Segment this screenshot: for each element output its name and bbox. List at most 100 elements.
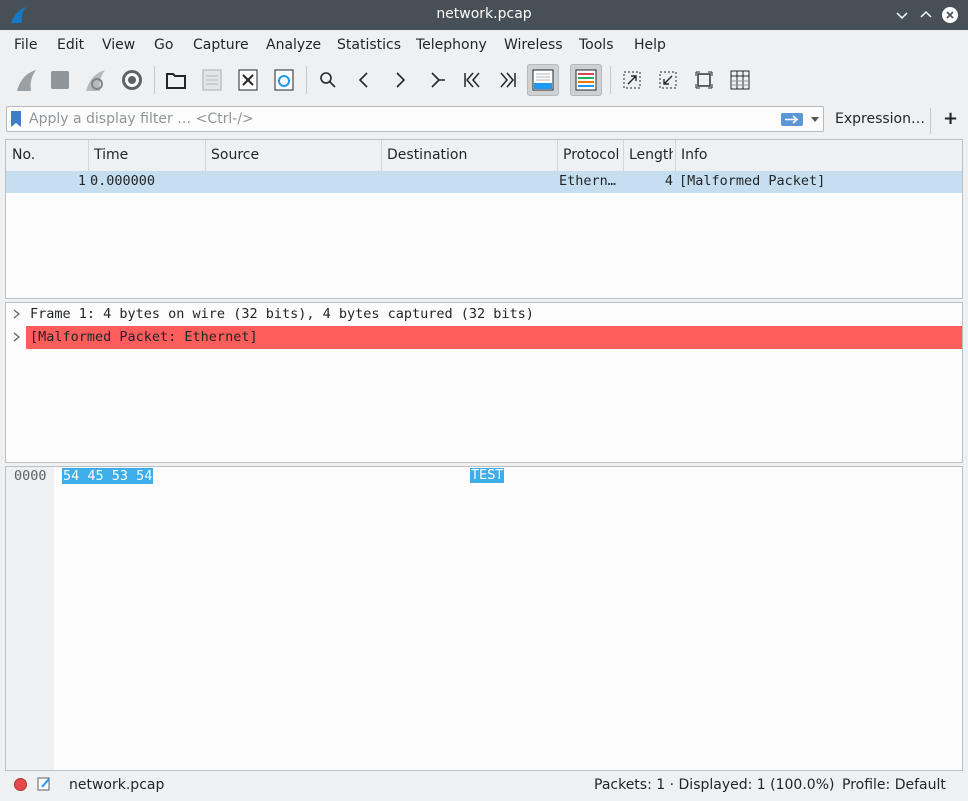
column-info[interactable]: Info (681, 147, 708, 163)
go-back-icon (358, 72, 368, 88)
menu-bar: File Edit View Go Capture Analyze Statis… (0, 30, 968, 60)
auto-scroll-icon (532, 69, 554, 91)
menu-capture[interactable]: Capture (193, 37, 249, 53)
minimize-icon[interactable] (893, 6, 911, 24)
close-window-icon[interactable] (941, 6, 959, 24)
capture-options-gear-icon (122, 70, 142, 90)
toolbar-separator (306, 66, 307, 94)
reload-file-button[interactable] (268, 64, 300, 96)
column-time[interactable]: Time (94, 147, 128, 163)
column-source[interactable]: Source (211, 147, 259, 163)
stop-capture-button[interactable] (44, 64, 76, 96)
window-title: network.pcap (436, 6, 532, 22)
capture-options-button[interactable] (116, 64, 148, 96)
go-back-button[interactable] (348, 64, 380, 96)
hex-bytes[interactable]: 54 45 53 54 (62, 468, 154, 484)
expand-arrow-icon[interactable] (13, 309, 21, 319)
title-bar: network.pcap (0, 0, 968, 30)
main-toolbar (0, 60, 968, 102)
filter-bookmark-icon[interactable] (11, 111, 21, 127)
column-divider[interactable] (675, 140, 676, 171)
tree-item-label: Frame 1: 4 bytes on wire (32 bits), 4 by… (30, 306, 534, 322)
expert-info-icon[interactable] (14, 778, 27, 791)
resize-columns-button[interactable] (724, 64, 756, 96)
reload-file-icon (274, 69, 294, 91)
tree-item-malformed[interactable]: [Malformed Packet: Ethernet] (6, 326, 962, 349)
first-packet-button[interactable] (456, 64, 488, 96)
filter-bar: Apply a display filter … <Ctrl-/> Expres… (0, 102, 968, 136)
shark-fin-start-icon (17, 70, 36, 91)
tree-item-frame[interactable]: Frame 1: 4 bytes on wire (32 bits), 4 by… (6, 303, 962, 326)
start-capture-button[interactable] (11, 64, 43, 96)
menu-wireless[interactable]: Wireless (504, 37, 563, 53)
open-file-button[interactable] (160, 64, 192, 96)
column-divider[interactable] (557, 140, 558, 171)
column-divider[interactable] (381, 140, 382, 171)
menu-edit[interactable]: Edit (57, 37, 84, 53)
apply-filter-arrow-icon[interactable] (781, 113, 803, 126)
close-file-button[interactable] (232, 64, 264, 96)
column-length[interactable]: Length (629, 147, 673, 163)
zoom-in-button[interactable] (616, 64, 648, 96)
maximize-icon[interactable] (917, 6, 935, 24)
status-profile[interactable]: Profile: Default (842, 777, 946, 793)
status-packet-count: Packets: 1 · Displayed: 1 (100.0%) (594, 777, 835, 793)
colorize-icon (575, 69, 597, 91)
stop-square-icon (51, 71, 69, 89)
column-no[interactable]: No. (12, 147, 35, 163)
packet-details-pane[interactable]: Frame 1: 4 bytes on wire (32 bits), 4 by… (5, 302, 963, 463)
restart-capture-button[interactable] (80, 64, 112, 96)
toolbar-separator (154, 66, 155, 94)
menu-view[interactable]: View (102, 37, 135, 53)
find-packet-icon (320, 72, 336, 88)
column-divider[interactable] (623, 140, 624, 171)
column-protocol[interactable]: Protocol (563, 147, 619, 163)
ascii-bytes[interactable]: TEST (470, 468, 505, 483)
zoom-out-icon (659, 71, 677, 89)
find-packet-button[interactable] (312, 64, 344, 96)
open-folder-icon (166, 73, 186, 89)
last-packet-icon (500, 72, 516, 88)
packet-row[interactable]: 1 0.000000 Ethern… 4 [Malformed Packet] (6, 171, 962, 193)
save-file-button[interactable] (196, 64, 228, 96)
filter-history-dropdown-icon[interactable] (811, 117, 819, 122)
column-divider[interactable] (88, 140, 89, 171)
tree-item-label: [Malformed Packet: Ethernet] (30, 329, 258, 345)
expression-button[interactable]: Expression… (835, 111, 925, 127)
save-file-icon (202, 69, 222, 91)
colorize-button[interactable] (570, 64, 602, 96)
menu-analyze[interactable]: Analyze (266, 37, 321, 53)
status-bar: network.pcap Packets: 1 · Displayed: 1 (… (0, 772, 968, 801)
menu-help[interactable]: Help (634, 37, 666, 53)
go-forward-button[interactable] (384, 64, 416, 96)
column-destination[interactable]: Destination (387, 147, 467, 163)
column-divider[interactable] (205, 140, 206, 171)
go-to-packet-button[interactable] (420, 64, 452, 96)
last-packet-button[interactable] (492, 64, 524, 96)
packet-info: [Malformed Packet] (679, 173, 826, 189)
packet-protocol: Ethern… (559, 173, 616, 189)
packet-list-pane[interactable]: No. Time Source Destination Protocol Len… (5, 139, 963, 299)
menu-telephony[interactable]: Telephony (416, 37, 487, 53)
menu-tools[interactable]: Tools (579, 37, 614, 53)
zoom-out-button[interactable] (652, 64, 684, 96)
filter-placeholder: Apply a display filter … <Ctrl-/> (29, 111, 254, 127)
display-filter-input[interactable]: Apply a display filter … <Ctrl-/> (6, 106, 824, 132)
offset-gutter (6, 467, 54, 770)
go-to-packet-icon (431, 72, 445, 88)
packet-length: 4 (664, 173, 673, 189)
expand-arrow-icon[interactable] (13, 332, 21, 342)
auto-scroll-button[interactable] (527, 64, 559, 96)
toolbar-separator (610, 66, 611, 94)
add-filter-button[interactable]: + (943, 108, 958, 129)
capture-comment-icon[interactable] (36, 776, 52, 792)
packet-bytes-pane[interactable]: 0000 54 45 53 54 TEST (5, 466, 963, 771)
filter-separator (930, 108, 931, 134)
menu-statistics[interactable]: Statistics (337, 37, 401, 53)
packet-time: 0.000000 (90, 173, 156, 189)
menu-file[interactable]: File (14, 37, 37, 53)
normal-size-button[interactable] (688, 64, 720, 96)
close-file-icon (238, 69, 258, 91)
menu-go[interactable]: Go (154, 37, 173, 53)
packet-list-header: No. Time Source Destination Protocol Len… (6, 140, 962, 172)
